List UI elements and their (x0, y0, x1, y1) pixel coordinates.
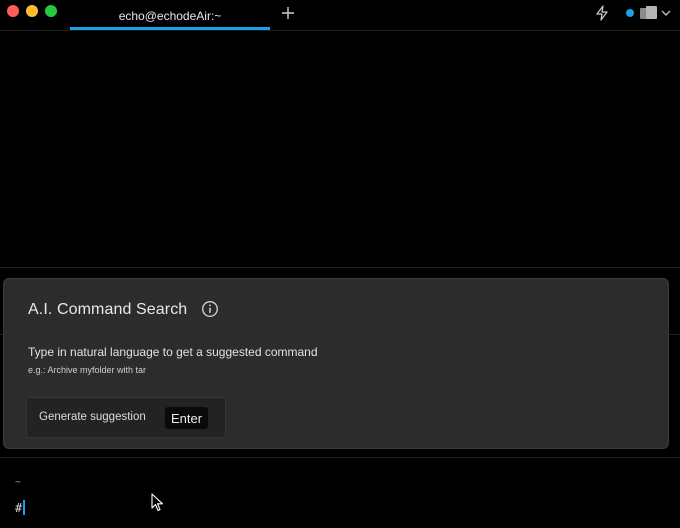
chevron-down-icon[interactable] (660, 7, 672, 19)
mouse-pointer-icon (151, 493, 164, 512)
new-tab-button[interactable] (279, 4, 297, 22)
tab-title: echo@echodeAir:~ (118, 8, 222, 23)
panes-icon[interactable] (639, 5, 659, 21)
info-icon[interactable] (201, 300, 219, 318)
ai-command-button[interactable] (593, 4, 611, 22)
ai-search-title: A.I. Command Search (28, 301, 188, 318)
prompt-line[interactable]: # (15, 500, 26, 515)
close-window-button[interactable] (7, 5, 19, 17)
text-cursor (23, 500, 26, 515)
block-divider (0, 267, 680, 268)
prompt-directory: ~ (15, 477, 22, 488)
prompt-symbol: # (15, 500, 23, 515)
plus-icon (282, 7, 294, 19)
ai-search-example: e.g.: Archive myfolder with tar (28, 365, 147, 375)
command-input-area[interactable] (0, 468, 680, 528)
block-divider (0, 457, 680, 458)
status-dot-icon (626, 9, 634, 17)
title-bar: echo@echodeAir:~ (0, 0, 680, 31)
generate-suggestion-label: Generate suggestion (39, 411, 146, 423)
ai-command-search-panel: A.I. Command Search Type in natural lang… (3, 278, 669, 449)
terminal-window: echo@echodeAir:~ A.I. Command Search Typ… (0, 0, 680, 528)
minimize-window-button[interactable] (26, 5, 38, 17)
lightning-bolt-icon (596, 5, 608, 21)
enter-key-badge: Enter (165, 407, 209, 429)
active-tab-indicator (70, 27, 270, 30)
maximize-window-button[interactable] (45, 5, 57, 17)
ai-search-description: Type in natural language to get a sugges… (28, 345, 318, 359)
generate-suggestion-button[interactable]: Generate suggestion Enter (26, 397, 226, 438)
